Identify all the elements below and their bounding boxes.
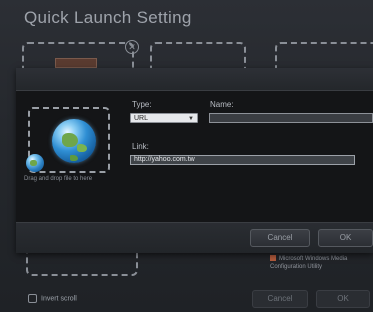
chevron-down-icon: ▼ (188, 116, 194, 122)
small-globe-icon (26, 154, 44, 172)
launch-slot-thumbnail (55, 58, 97, 68)
background-cancel-button[interactable]: Cancel (252, 290, 308, 308)
name-label: Name: (210, 100, 234, 109)
type-value: URL (134, 115, 149, 122)
invert-scroll-checkbox[interactable]: Invert scroll (28, 294, 77, 303)
slot-option: Microsoft Windows Media Configuration Ut… (270, 255, 348, 270)
link-input[interactable]: http://yahoo.com.tw (130, 155, 355, 165)
edit-launch-dialog: Drag and drop file to here Type: URL ▼ N… (16, 68, 373, 253)
name-input[interactable] (209, 113, 373, 123)
background-ok-button[interactable]: OK (316, 290, 370, 308)
type-label: Type: (132, 100, 152, 109)
window-title: Quick Launch Setting (24, 8, 192, 27)
type-select[interactable]: URL ▼ (130, 113, 198, 123)
drop-zone[interactable] (26, 107, 110, 173)
globe-icon (52, 119, 96, 163)
close-icon[interactable]: ✕ (125, 40, 139, 54)
checkbox-icon (28, 294, 37, 303)
app-icon (270, 255, 276, 261)
drop-hint: Drag and drop file to here (24, 176, 93, 182)
dialog-header (16, 68, 373, 91)
link-label: Link: (132, 142, 149, 151)
ok-button[interactable]: OK (318, 229, 373, 247)
cancel-button[interactable]: Cancel (250, 229, 310, 247)
